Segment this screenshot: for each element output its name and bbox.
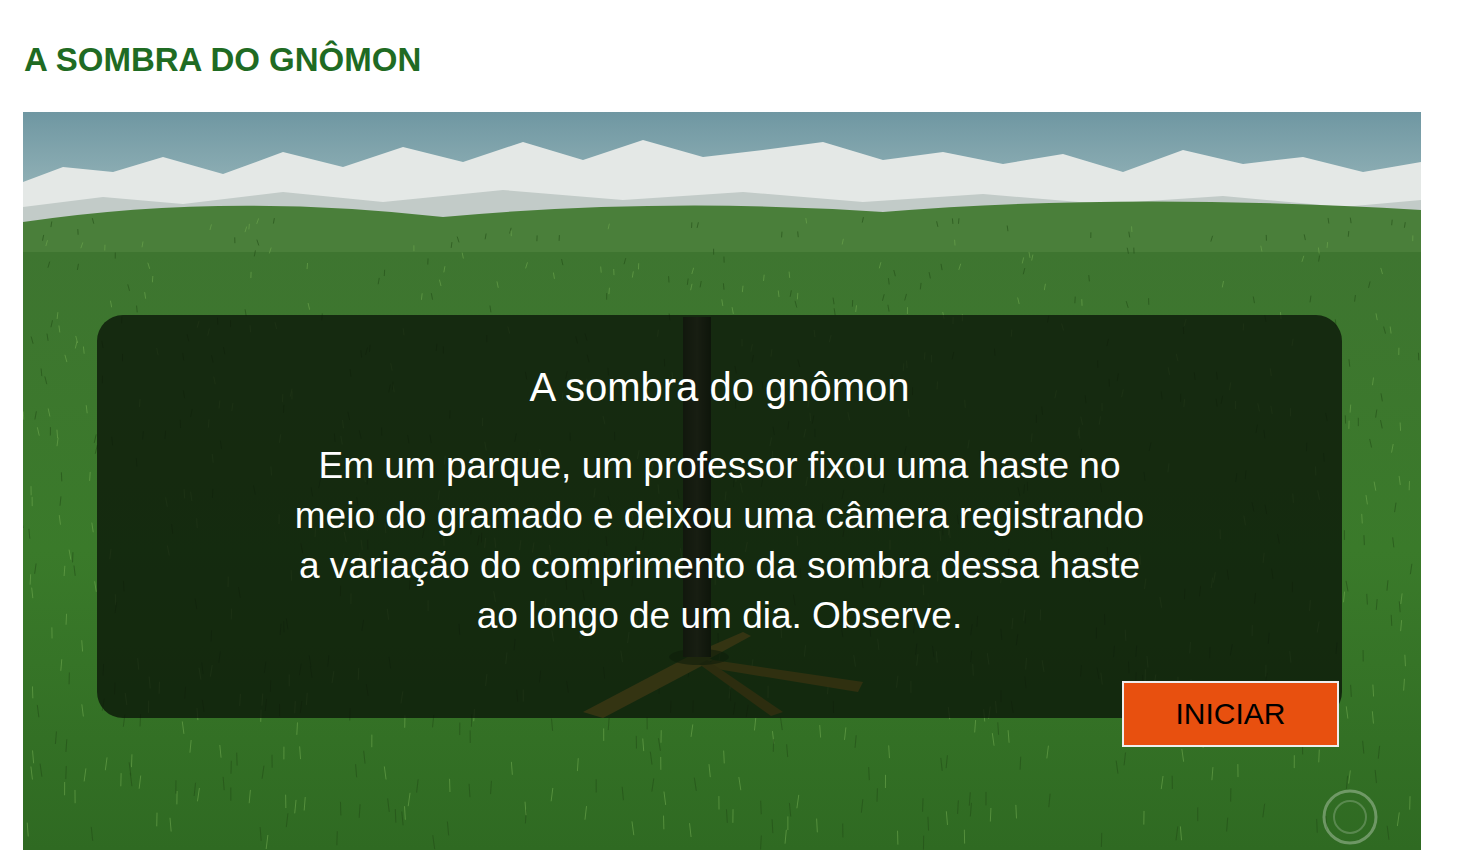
loading-icon: [1320, 787, 1380, 847]
intro-line: meio do gramado e deixou uma câmera regi…: [295, 491, 1144, 541]
intro-line: Em um parque, um professor fixou uma has…: [318, 441, 1120, 491]
scene: A sombra do gnômon Em um parque, um profe…: [23, 112, 1421, 850]
intro-text: Em um parque, um professor fixou uma has…: [295, 441, 1144, 641]
intro-line: a variação do comprimento da sombra dess…: [299, 541, 1140, 591]
page-title: A SOMBRA DO GNÔMON: [24, 40, 1436, 80]
page: A SOMBRA DO GNÔMON A sombra do gnômon Em u…: [0, 0, 1460, 850]
intro-line: ao longo de um dia. Observe.: [477, 591, 962, 641]
header: A SOMBRA DO GNÔMON: [0, 0, 1460, 112]
grass-texture: [23, 217, 1419, 850]
intro-panel: A sombra do gnômon Em um parque, um profe…: [97, 315, 1342, 718]
start-button[interactable]: INICIAR: [1122, 681, 1339, 747]
intro-title: A sombra do gnômon: [529, 361, 909, 413]
